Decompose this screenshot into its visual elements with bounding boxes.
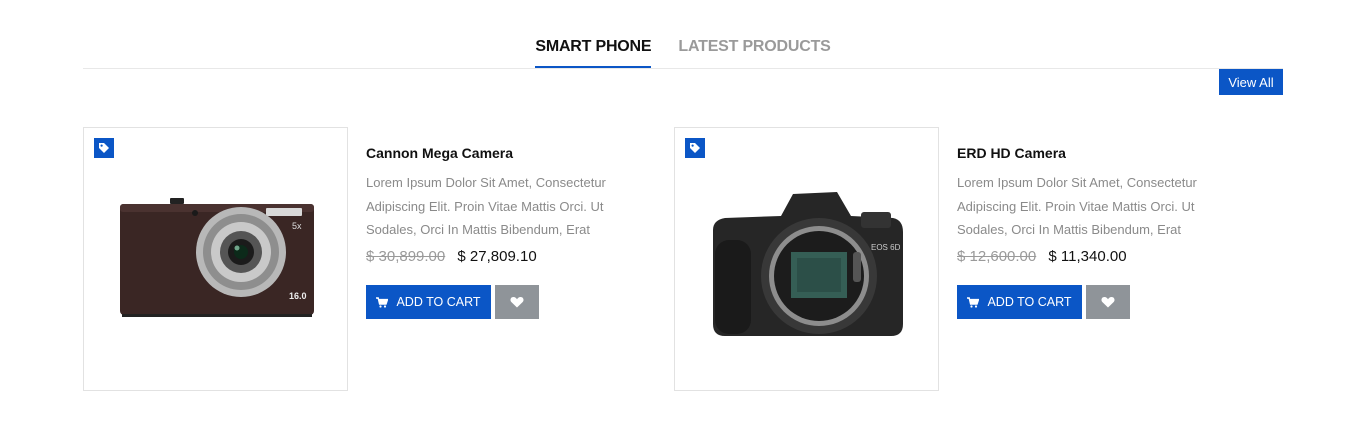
product-prices: $ 12,600.00 $ 11,340.00 bbox=[957, 248, 1127, 265]
add-to-cart-button[interactable]: ADD TO CART bbox=[957, 285, 1082, 319]
add-to-cart-button[interactable]: ADD TO CART bbox=[366, 285, 491, 319]
dslr-camera-image: EOS 6D bbox=[713, 192, 903, 336]
add-to-cart-label: ADD TO CART bbox=[396, 295, 481, 309]
new-price: $ 11,340.00 bbox=[1048, 248, 1127, 265]
product-description: Lorem Ipsum Dolor Sit Amet, Consectetur … bbox=[957, 175, 1197, 237]
product-tabs-bar: SMART PHONE LATEST PRODUCTS bbox=[83, 0, 1283, 69]
product-title[interactable]: ERD HD Camera bbox=[957, 145, 1066, 161]
heart-icon bbox=[510, 297, 524, 308]
tab-list: SMART PHONE LATEST PRODUCTS bbox=[83, 38, 1283, 68]
view-all-button[interactable]: View All bbox=[1219, 69, 1283, 95]
product-card: 5x 16.0 Cannon Mega Camera Lorem Ipsum D… bbox=[83, 127, 683, 391]
compact-camera-image: 5x 16.0 bbox=[120, 198, 314, 317]
old-price: $ 12,600.00 bbox=[957, 248, 1037, 265]
product-title[interactable]: Cannon Mega Camera bbox=[366, 145, 513, 161]
product-card: EOS 6D ERD HD Camera Lorem Ipsum Dolor S… bbox=[674, 127, 1274, 391]
tab-latest-products[interactable]: LATEST PRODUCTS bbox=[678, 38, 830, 68]
add-to-cart-label: ADD TO CART bbox=[987, 295, 1072, 309]
resolution-label: 16.0 bbox=[289, 291, 307, 301]
new-price: $ 27,809.10 bbox=[457, 248, 537, 265]
product-prices: $ 30,899.00 $ 27,809.10 bbox=[366, 248, 537, 265]
wishlist-button[interactable] bbox=[495, 285, 539, 319]
heart-icon bbox=[1101, 297, 1115, 308]
zoom-label: 5x bbox=[292, 221, 302, 231]
wishlist-button[interactable] bbox=[1086, 285, 1130, 319]
model-label: EOS 6D bbox=[871, 243, 901, 252]
product-image-box[interactable]: 5x 16.0 bbox=[83, 127, 348, 391]
old-price: $ 30,899.00 bbox=[366, 248, 446, 265]
cart-icon bbox=[376, 296, 389, 308]
cart-icon bbox=[967, 296, 980, 308]
tab-smart-phone[interactable]: SMART PHONE bbox=[535, 38, 652, 68]
product-image-box[interactable]: EOS 6D bbox=[674, 127, 939, 391]
product-description: Lorem Ipsum Dolor Sit Amet, Consectetur … bbox=[366, 175, 606, 237]
